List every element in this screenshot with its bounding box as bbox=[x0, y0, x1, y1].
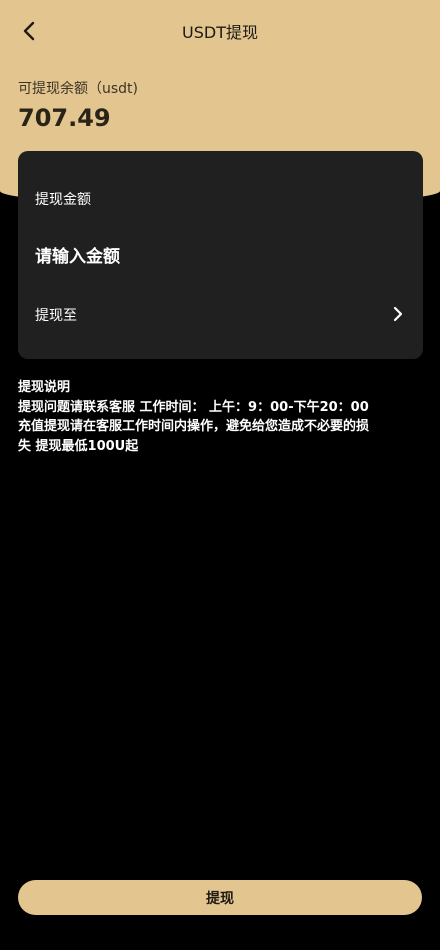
withdraw-page: USDT提现 可提现余额（usdt) 707.49 提现金额 提现至 提现说明 … bbox=[0, 0, 440, 950]
notes-line: 充值提现请在客服工作时间内操作，避免给您造成不必要的损 bbox=[18, 419, 370, 434]
chevron-right-icon bbox=[393, 306, 403, 322]
withdraw-form-card: 提现金额 提现至 bbox=[18, 151, 423, 359]
nav-bar: USDT提现 bbox=[0, 0, 440, 62]
withdraw-to-selector[interactable]: 提现至 bbox=[18, 291, 423, 337]
notes-title: 提现说明 bbox=[18, 380, 71, 395]
amount-input[interactable] bbox=[33, 241, 397, 273]
notes-line: 提现问题请联系客服 工作时间： 上午：9：00-下午20：00 bbox=[18, 399, 369, 415]
balance-value: 707.49 bbox=[18, 104, 111, 132]
withdraw-submit-button[interactable]: 提现 bbox=[18, 880, 422, 915]
withdraw-notes: 提现说明 提现问题请联系客服 工作时间： 上午：9：00-下午20：00 充值提… bbox=[18, 378, 423, 456]
balance-label: 可提现余额（usdt) bbox=[18, 81, 139, 97]
amount-label: 提现金额 bbox=[35, 192, 91, 208]
page-title: USDT提现 bbox=[182, 23, 258, 42]
withdraw-to-label: 提现至 bbox=[35, 308, 77, 324]
notes-line: 失 提现最低100U起 bbox=[18, 438, 139, 454]
